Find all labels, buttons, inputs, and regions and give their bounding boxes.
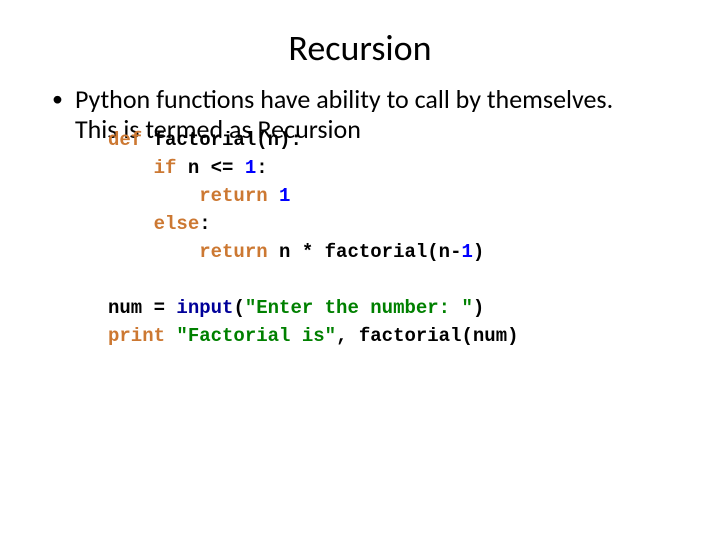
code-num-1a: 1: [245, 157, 256, 179]
code-colon-1: :: [256, 157, 267, 179]
code-keyword-return-2: return: [199, 241, 279, 263]
code-close: ): [473, 297, 484, 319]
bullet-dot: •: [52, 84, 63, 114]
code-keyword-print: print: [108, 325, 176, 347]
code-open: (: [233, 297, 244, 319]
slide-title: Recursion: [40, 26, 680, 70]
code-fn-name: factorial: [154, 129, 257, 151]
code-num-1c: 1: [461, 241, 472, 263]
code-expr-2: ): [473, 241, 484, 263]
code-paren: (n):: [256, 129, 302, 151]
code-cond: n <=: [188, 157, 245, 179]
code-expr-1: n * factorial(n-: [279, 241, 461, 263]
code-var-num: num =: [108, 297, 176, 319]
code-keyword-return-1: return: [199, 185, 279, 207]
code-colon-2: :: [199, 213, 210, 235]
code-keyword-if: if: [154, 157, 188, 179]
code-builtin-input: input: [176, 297, 233, 319]
code-block: def factorial(n): if n <= 1: return 1 el…: [108, 126, 680, 350]
code-num-1b: 1: [279, 185, 290, 207]
code-rest: , factorial(num): [336, 325, 518, 347]
code-string-2: "Factorial is": [176, 325, 336, 347]
code-keyword-else: else: [154, 213, 200, 235]
code-keyword-def: def: [108, 129, 154, 151]
code-string-1: "Enter the number: ": [245, 297, 473, 319]
slide: Recursion • Python functions have abilit…: [0, 0, 720, 540]
